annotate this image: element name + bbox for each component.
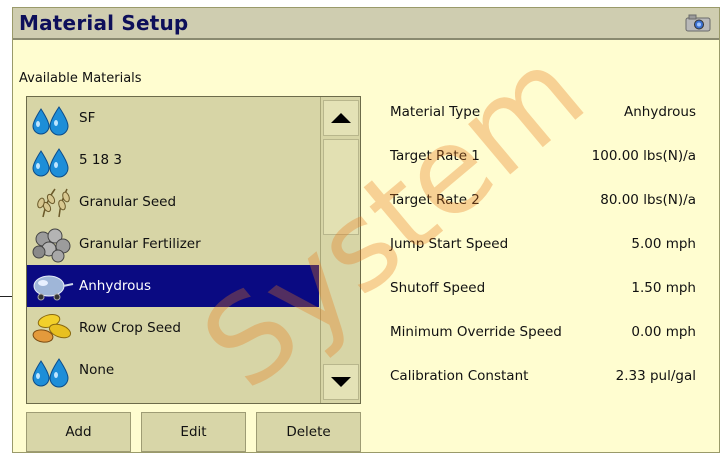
list-item-anhydrous[interactable]: Anhydrous — [27, 265, 319, 307]
delete-button[interactable]: Delete — [256, 412, 361, 452]
property-label: Shutoff Speed — [390, 280, 486, 296]
property-target-rate-2[interactable]: Target Rate 2 80.00 lbs(N)/a — [390, 192, 696, 212]
property-jump-start-speed[interactable]: Jump Start Speed 5.00 mph — [390, 236, 696, 256]
list-item-5-18-3[interactable]: 5 18 3 — [27, 139, 319, 181]
scroll-thumb[interactable] — [323, 139, 359, 235]
anhydrous-tank-icon — [29, 267, 77, 305]
property-target-rate-1[interactable]: Target Rate 1 100.00 lbs(N)/a — [390, 148, 696, 168]
list-item-label: SF — [79, 110, 96, 126]
property-value: 100.00 lbs(N)/a — [591, 148, 696, 164]
list-item-row-crop-seed[interactable]: Row Crop Seed — [27, 307, 319, 349]
property-value: 0.00 mph — [631, 324, 696, 340]
property-minimum-override-speed[interactable]: Minimum Override Speed 0.00 mph — [390, 324, 696, 344]
title-bar: Material Setup — [13, 8, 719, 40]
materials-list-items: SF 5 18 3 Granular Seed Granular Fertili… — [27, 97, 319, 403]
add-button[interactable]: Add — [26, 412, 131, 452]
property-value: 80.00 lbs(N)/a — [600, 192, 696, 208]
list-item-granular-fertilizer[interactable]: Granular Fertilizer — [27, 223, 319, 265]
row-crop-seed-icon — [29, 309, 77, 347]
property-value: 5.00 mph — [631, 236, 696, 252]
liquid-drops-icon — [29, 99, 77, 137]
property-label: Target Rate 2 — [390, 192, 480, 208]
fertilizer-pellets-icon — [29, 225, 77, 263]
list-item-granular-seed[interactable]: Granular Seed — [27, 181, 319, 223]
camera-icon[interactable] — [685, 14, 711, 32]
list-item-label: Granular Seed — [79, 194, 177, 210]
list-item-sf[interactable]: SF — [27, 97, 319, 139]
property-label: Material Type — [390, 104, 481, 120]
property-value: 2.33 pul/gal — [615, 368, 696, 384]
property-label: Minimum Override Speed — [390, 324, 562, 340]
arrow-down-icon — [331, 377, 351, 387]
property-shutoff-speed[interactable]: Shutoff Speed 1.50 mph — [390, 280, 696, 300]
list-item-label: Granular Fertilizer — [79, 236, 201, 252]
available-materials-label: Available Materials — [19, 71, 142, 86]
edit-button[interactable]: Edit — [141, 412, 246, 452]
list-item-none[interactable]: None — [27, 349, 319, 391]
list-item-label: Row Crop Seed — [79, 320, 181, 336]
property-calibration-constant[interactable]: Calibration Constant 2.33 pul/gal — [390, 368, 696, 388]
page-title: Material Setup — [19, 11, 189, 35]
liquid-drops-icon — [29, 351, 77, 389]
arrow-up-icon — [331, 113, 351, 123]
property-label: Calibration Constant — [390, 368, 529, 384]
list-item-label: None — [79, 362, 115, 378]
property-value: 1.50 mph — [631, 280, 696, 296]
list-item-label: Anhydrous — [79, 278, 152, 294]
scroll-up-button[interactable] — [323, 100, 359, 136]
property-material-type[interactable]: Material Type Anhydrous — [390, 104, 696, 124]
scroll-down-button[interactable] — [323, 364, 359, 400]
property-value: Anhydrous — [623, 104, 696, 120]
property-label: Target Rate 1 — [390, 148, 480, 164]
materials-list[interactable]: SF 5 18 3 Granular Seed Granular Fertili… — [26, 96, 361, 404]
list-scrollbar[interactable] — [320, 97, 360, 403]
property-label: Jump Start Speed — [390, 236, 509, 252]
list-item-label: 5 18 3 — [79, 152, 122, 168]
liquid-drops-icon — [29, 141, 77, 179]
grain-seed-icon — [29, 183, 77, 221]
material-setup-window: Material Setup Available Materials SF 5 … — [12, 7, 720, 453]
